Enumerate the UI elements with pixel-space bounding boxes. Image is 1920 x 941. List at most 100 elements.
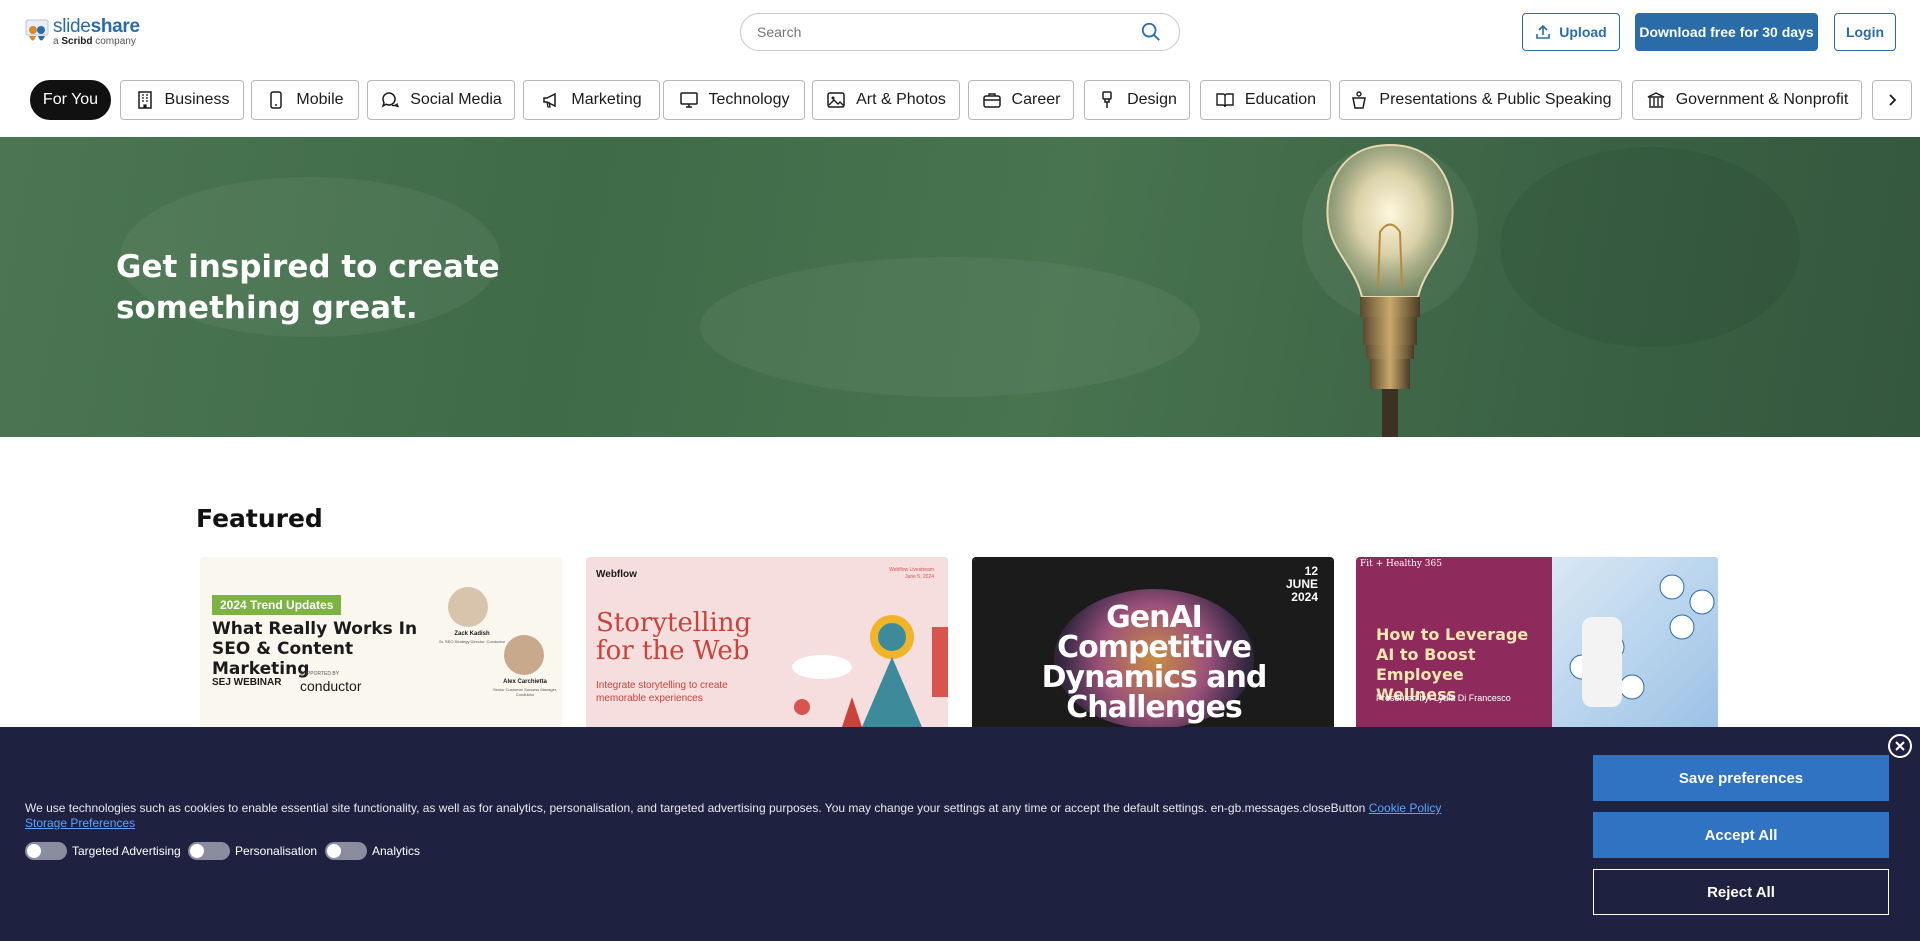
button-label: Reject All <box>1707 883 1775 901</box>
card-thumbnail: Fit + Healthy 365 How to Leverage AI to … <box>1356 557 1718 727</box>
upload-label: Upload <box>1559 24 1607 40</box>
monitor-icon <box>679 92 698 108</box>
button-label: Save preferences <box>1678 769 1804 787</box>
category-label: Career <box>1011 91 1061 108</box>
category-label: Design <box>1127 91 1177 108</box>
image-icon <box>827 92 845 108</box>
briefcase-icon <box>982 93 1001 108</box>
card-title: GenAI Competitive Dynamics and Challenge… <box>1041 600 1268 725</box>
toggle-switch[interactable] <box>25 842 67 860</box>
category-career[interactable]: Career <box>968 80 1074 120</box>
toggle-personalisation[interactable]: Personalisation <box>188 842 317 860</box>
conductor-logo: conductor <box>300 678 362 694</box>
podium-icon <box>1352 91 1367 109</box>
lightbulb-image <box>1302 143 1478 437</box>
category-mobile[interactable]: Mobile <box>251 80 359 120</box>
toggle-label: Analytics <box>372 844 421 858</box>
card-title: What Really Works In SEO & Content Marke… <box>212 619 418 679</box>
cookie-consent-banner: We use technologies such as cookies to e… <box>0 727 1920 941</box>
storage-preferences-link[interactable]: Storage Preferences <box>25 816 135 830</box>
event-date: June 5, 2024 <box>905 574 934 580</box>
login-button[interactable]: Login <box>1834 13 1896 51</box>
category-scroll-next-button[interactable] <box>1872 80 1912 120</box>
cookie-message: We use technologies such as cookies to e… <box>25 800 1525 816</box>
book-icon <box>1216 93 1234 108</box>
card-brand: Fit + Healthy 365 <box>1360 559 1442 569</box>
category-label: Government & Nonprofit <box>1675 91 1849 108</box>
person-role: Senior Customer Success Manager, Conduct… <box>492 687 558 697</box>
close-icon <box>1895 741 1905 751</box>
card-presenter: Presented by: Lydia Di Francesco <box>1376 693 1511 703</box>
featured-heading: Featured <box>196 504 323 533</box>
webinar-label: SEJ WEBINAR <box>212 677 282 688</box>
button-label: Accept All <box>1704 826 1778 844</box>
card-badge: 2024 Trend Updates <box>212 595 342 615</box>
toggle-switch[interactable] <box>325 842 367 860</box>
upload-button[interactable]: Upload <box>1522 13 1620 51</box>
avatar <box>448 587 488 627</box>
card-thumbnail: 2024 Trend Updates What Really Works In … <box>200 557 562 727</box>
category-government-nonprofit[interactable]: Government & Nonprofit <box>1632 80 1862 120</box>
supported-by-label: SUPPORTED BY <box>300 671 340 677</box>
category-label: Art & Photos <box>856 91 946 108</box>
logo-tagline: a Scribd company <box>53 36 136 47</box>
chevron-right-icon <box>1889 94 1897 106</box>
category-label: Marketing <box>571 91 642 108</box>
category-label: Mobile <box>296 91 344 108</box>
category-technology[interactable]: Technology <box>663 80 805 120</box>
paint-brush-icon <box>1102 91 1112 108</box>
category-social-media[interactable]: Social Media <box>367 80 515 120</box>
category-bar: For You Business Mobile Social Media Mar… <box>0 80 1920 120</box>
person-name: Zack Kadish <box>454 631 490 637</box>
category-design[interactable]: Design <box>1084 80 1190 120</box>
event-label: Webflow Livestream <box>889 567 934 573</box>
card-title: Storytelling for the Web <box>596 608 752 666</box>
phone-icon <box>270 91 283 109</box>
category-business[interactable]: Business <box>120 80 244 120</box>
login-label: Login <box>1845 24 1885 40</box>
site-header: slideshare a Scribd company Upload Downl… <box>0 0 1920 66</box>
cookie-message-text: We use technologies such as cookies to e… <box>25 801 1366 815</box>
logo-wordmark: slideshare <box>53 16 140 37</box>
download-free-button[interactable]: Download free for 30 days <box>1635 13 1818 51</box>
save-preferences-button[interactable]: Save preferences <box>1593 755 1889 801</box>
submit-search-button[interactable] <box>1139 21 1163 45</box>
person-name: Alex Carchietta <box>503 679 547 685</box>
card-thumbnail: Webflow Webflow Livestream June 5, 2024 … <box>586 557 948 727</box>
toggle-label: Personalisation <box>235 844 318 858</box>
cookie-policy-link[interactable]: Cookie Policy <box>1369 801 1442 815</box>
chat-icon <box>381 92 400 108</box>
toggle-analytics[interactable]: Analytics <box>325 842 420 860</box>
category-marketing[interactable]: Marketing <box>523 80 660 120</box>
toggle-switch[interactable] <box>188 842 230 860</box>
close-cookie-button[interactable] <box>1888 734 1912 758</box>
category-education[interactable]: Education <box>1200 80 1331 120</box>
toggle-label: Targeted Advertising <box>72 844 181 858</box>
category-label: Social Media <box>410 91 502 108</box>
slideshare-logo-link[interactable]: slideshare a Scribd company <box>25 16 145 48</box>
building-icon <box>137 91 152 109</box>
megaphone-icon <box>543 92 557 108</box>
category-label: Technology <box>708 91 790 108</box>
hero-banner: Get inspired to create something great. <box>0 137 1920 437</box>
category-label: Business <box>164 91 230 108</box>
card-thumbnail: 12 JUNE 2024 GenAI Competitive Dynamics an… <box>974 559 1332 729</box>
person-role: Sr. SEO Strategy Director, Conductor <box>438 639 506 644</box>
toggle-targeted-advertising[interactable]: Targeted Advertising <box>25 842 181 860</box>
search-input[interactable] <box>757 14 1117 50</box>
category-presentations[interactable]: Presentations & Public Speaking <box>1339 80 1622 120</box>
category-label: Presentations & Public Speaking <box>1379 91 1612 108</box>
accept-all-button[interactable]: Accept All <box>1593 812 1889 858</box>
avatar <box>504 635 544 675</box>
category-for-you[interactable]: For You <box>30 80 111 120</box>
search-box <box>740 13 1180 51</box>
reject-all-button[interactable]: Reject All <box>1593 869 1889 915</box>
card-subtitle: Integrate storytelling to create memorab… <box>596 680 728 704</box>
upload-icon <box>1536 24 1551 39</box>
search-icon <box>1141 22 1160 41</box>
category-art-photos[interactable]: Art & Photos <box>812 80 960 120</box>
rocket-illustration <box>792 615 948 727</box>
government-icon <box>1647 92 1665 108</box>
category-label: Education <box>1244 91 1317 108</box>
slideshare-logo-icon <box>25 18 49 46</box>
